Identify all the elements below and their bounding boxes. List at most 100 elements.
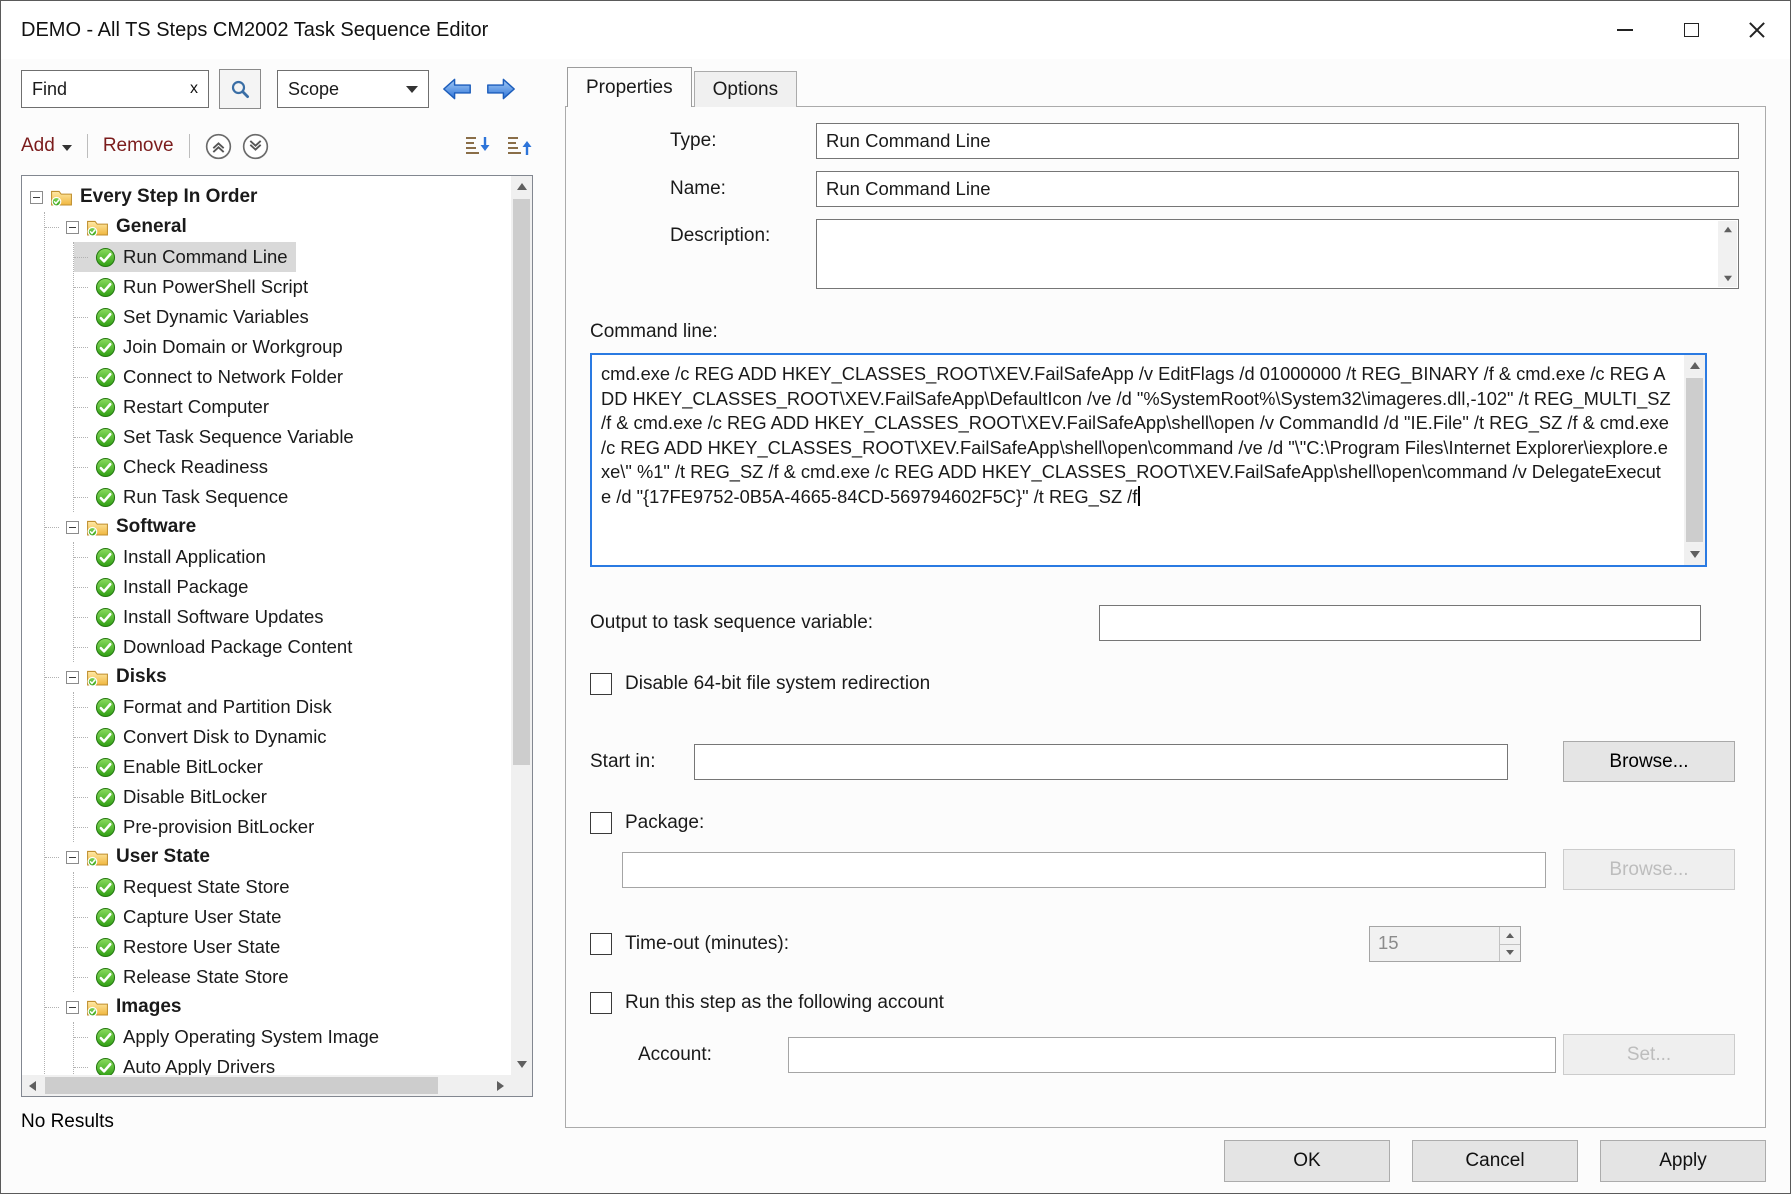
- tree-expander[interactable]: [66, 221, 79, 234]
- minimize-button[interactable]: [1592, 1, 1658, 59]
- find-input[interactable]: Find x: [21, 70, 209, 108]
- start-in-field[interactable]: [694, 744, 1508, 780]
- scroll-left-button[interactable]: [22, 1075, 43, 1096]
- tree-horizontal-scrollbar[interactable]: [22, 1075, 511, 1096]
- tree-item[interactable]: Set Task Sequence Variable: [74, 422, 362, 452]
- tree-item[interactable]: Auto Apply Drivers: [74, 1052, 283, 1075]
- status-text: No Results: [21, 1111, 549, 1133]
- output-variable-field[interactable]: [1099, 605, 1701, 641]
- tree-item[interactable]: Run Command Line: [74, 242, 296, 272]
- vertical-scroll-thumb[interactable]: [1686, 378, 1703, 542]
- collapse-all-button[interactable]: [205, 133, 232, 160]
- name-field[interactable]: Run Command Line: [816, 171, 1739, 207]
- tree-expander[interactable]: [66, 1001, 79, 1014]
- tree-item[interactable]: Format and Partition Disk: [74, 692, 340, 722]
- tree-group-block: GeneralRun Command LineRun PowerShell Sc…: [45, 212, 511, 512]
- vertical-scroll-thumb[interactable]: [513, 199, 530, 765]
- package-checkbox[interactable]: [590, 812, 612, 834]
- tree-item[interactable]: Restore User State: [74, 932, 288, 962]
- chevron-down-icon: [62, 145, 72, 151]
- scroll-right-button[interactable]: [490, 1075, 511, 1096]
- find-clear-button[interactable]: x: [190, 80, 198, 98]
- tree-item[interactable]: Release State Store: [74, 962, 297, 992]
- tree-item[interactable]: Enable BitLocker: [74, 752, 271, 782]
- tree-item[interactable]: Connect to Network Folder: [74, 362, 351, 392]
- tree-item[interactable]: Set Dynamic Variables: [74, 302, 317, 332]
- scope-dropdown-value: Scope: [288, 79, 339, 100]
- find-previous-button[interactable]: [441, 77, 473, 101]
- scroll-down-button[interactable]: [1684, 544, 1705, 565]
- timeout-checkbox[interactable]: [590, 933, 612, 955]
- search-button[interactable]: [219, 69, 261, 109]
- remove-button[interactable]: Remove: [103, 135, 174, 157]
- ok-button[interactable]: OK: [1224, 1140, 1390, 1182]
- expand-tree-button[interactable]: [463, 134, 491, 158]
- tree-item[interactable]: Request State Store: [74, 872, 298, 902]
- tree-item-label: Apply Operating System Image: [123, 1026, 379, 1048]
- tree-expander[interactable]: [66, 671, 79, 684]
- expand-all-button[interactable]: [242, 133, 269, 160]
- tree-item-label: Disable BitLocker: [123, 786, 267, 808]
- step-check-icon: [95, 547, 116, 568]
- command-line-text: cmd.exe /c REG ADD HKEY_CLASSES_ROOT\XEV…: [601, 363, 1671, 507]
- folder-check-icon: [86, 218, 109, 237]
- tree-vertical-scrollbar[interactable]: [511, 176, 532, 1075]
- tree-item[interactable]: Join Domain or Workgroup: [74, 332, 351, 362]
- run-as-account-checkbox[interactable]: [590, 992, 612, 1014]
- tree: Every Step In OrderGeneralRun Command Li…: [22, 176, 511, 1075]
- horizontal-scroll-track[interactable]: [43, 1075, 490, 1096]
- type-field[interactable]: Run Command Line: [816, 123, 1739, 159]
- scroll-up-button[interactable]: [1684, 355, 1705, 376]
- maximize-button[interactable]: [1658, 1, 1724, 59]
- circle-chevron-up-icon: [205, 133, 232, 160]
- tree-item[interactable]: Disable BitLocker: [74, 782, 275, 812]
- tree-item[interactable]: Check Readiness: [74, 452, 276, 482]
- tree-item[interactable]: Install Application: [74, 542, 274, 572]
- tree-group[interactable]: Images: [45, 992, 189, 1022]
- collapse-tree-button[interactable]: [505, 134, 533, 158]
- tree-item[interactable]: Run PowerShell Script: [74, 272, 316, 302]
- tree-item[interactable]: Capture User State: [74, 902, 289, 932]
- tree-item[interactable]: Apply Operating System Image: [74, 1022, 387, 1052]
- close-button[interactable]: [1724, 1, 1790, 59]
- apply-button[interactable]: Apply: [1600, 1140, 1766, 1182]
- tree-item[interactable]: Run Task Sequence: [74, 482, 296, 512]
- tree-group[interactable]: Software: [45, 512, 204, 542]
- tree-item-label: Download Package Content: [123, 636, 352, 658]
- tree-item[interactable]: Restart Computer: [74, 392, 277, 422]
- tree-item[interactable]: Pre-provision BitLocker: [74, 812, 322, 842]
- tree-group[interactable]: General: [45, 212, 195, 242]
- description-field[interactable]: [816, 219, 1739, 289]
- cancel-button[interactable]: Cancel: [1412, 1140, 1578, 1182]
- vertical-scroll-track[interactable]: [511, 197, 532, 1054]
- scroll-down-button[interactable]: [511, 1054, 532, 1075]
- tab-options[interactable]: Options: [694, 71, 797, 107]
- command-line-field[interactable]: cmd.exe /c REG ADD HKEY_CLASSES_ROOT\XEV…: [590, 353, 1707, 567]
- task-sequence-tree-panel: Every Step In OrderGeneralRun Command Li…: [21, 175, 533, 1097]
- tree-group[interactable]: User State: [45, 842, 218, 872]
- horizontal-scroll-thumb[interactable]: [45, 1077, 438, 1094]
- tree-root[interactable]: Every Step In Order: [30, 182, 265, 212]
- scope-dropdown[interactable]: Scope: [277, 70, 429, 108]
- name-label: Name:: [670, 178, 816, 200]
- start-in-browse-button[interactable]: Browse...: [1563, 741, 1735, 782]
- tree-expander[interactable]: [30, 191, 43, 204]
- tree-group[interactable]: Disks: [45, 662, 175, 692]
- type-value: Run Command Line: [826, 130, 991, 152]
- tree-item-label: Auto Apply Drivers: [123, 1056, 275, 1075]
- vertical-scroll-track[interactable]: [1684, 376, 1705, 544]
- tree-item[interactable]: Download Package Content: [74, 632, 360, 662]
- tree-item[interactable]: Install Package: [74, 572, 256, 602]
- tree-item[interactable]: Convert Disk to Dynamic: [74, 722, 335, 752]
- tree-expander[interactable]: [66, 521, 79, 534]
- tree-item[interactable]: Install Software Updates: [74, 602, 332, 632]
- scroll-up-button[interactable]: [511, 176, 532, 197]
- spinner-down-button: [1500, 944, 1520, 962]
- find-next-button[interactable]: [485, 77, 517, 101]
- disable-64bit-checkbox[interactable]: [590, 673, 612, 695]
- add-button[interactable]: Add: [21, 135, 72, 157]
- tree-expander[interactable]: [66, 851, 79, 864]
- tab-properties[interactable]: Properties: [567, 67, 692, 107]
- command-line-scrollbar[interactable]: [1684, 355, 1705, 565]
- description-scrollbar[interactable]: [1718, 221, 1737, 287]
